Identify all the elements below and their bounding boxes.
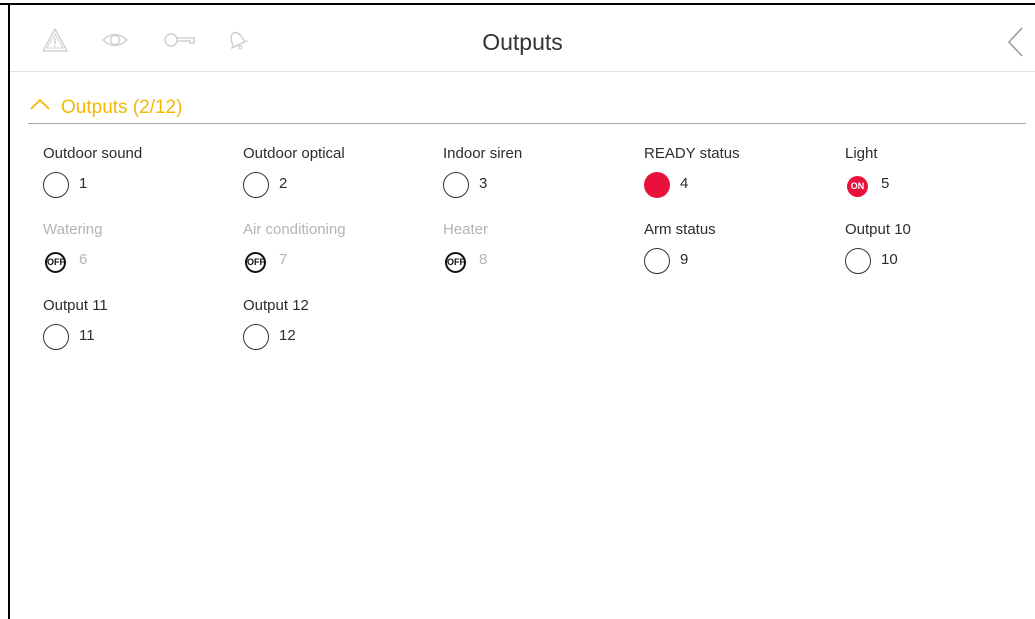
output-number: 2 <box>279 175 288 192</box>
output-number: 10 <box>881 251 898 268</box>
output-number: 4 <box>680 175 689 192</box>
output-item[interactable]: Light ON 5 <box>845 145 1025 205</box>
output-item: Watering OFF 6 <box>43 221 223 281</box>
output-label: READY status <box>644 145 740 162</box>
output-item[interactable]: Output 12 12 <box>243 297 423 357</box>
output-label: Arm status <box>644 221 716 238</box>
output-item[interactable]: Indoor siren 3 <box>443 145 623 205</box>
chevron-left-icon[interactable] <box>1001 25 1031 59</box>
output-item[interactable]: Output 11 11 <box>43 297 223 357</box>
outputs-screen: Outputs Outputs (2/12) Outdoor sound 1 O… <box>10 5 1035 619</box>
output-label: Output 12 <box>243 297 309 314</box>
output-label: Watering <box>43 221 103 238</box>
section-title: Outputs (2/12) <box>61 97 183 118</box>
output-number: 1 <box>79 175 88 192</box>
output-state-indicator[interactable] <box>243 172 269 198</box>
output-item[interactable]: Outdoor sound 1 <box>43 145 223 205</box>
output-label: Indoor siren <box>443 145 523 162</box>
output-item[interactable]: Arm status 9 <box>644 221 824 281</box>
output-label: Output 11 <box>43 297 108 314</box>
output-on-badge[interactable]: ON <box>847 176 868 197</box>
output-off-badge: OFF <box>445 252 466 273</box>
output-label: Outdoor optical <box>243 145 345 162</box>
outputs-section-header[interactable]: Outputs (2/12) <box>28 89 1026 124</box>
output-state-indicator[interactable] <box>644 248 670 274</box>
output-item: Air conditioning OFF 7 <box>243 221 423 281</box>
output-state-indicator[interactable] <box>43 324 69 350</box>
output-off-badge: OFF <box>45 252 66 273</box>
outputs-grid: Outdoor sound 1 Outdoor optical 2 Indoor… <box>43 145 1023 365</box>
output-number: 11 <box>79 327 95 344</box>
output-off-badge: OFF <box>245 252 266 273</box>
output-label: Output 10 <box>845 221 911 238</box>
chevron-up-icon[interactable] <box>28 94 52 114</box>
output-state-indicator[interactable] <box>644 172 670 198</box>
header-bar: Outputs <box>10 5 1035 72</box>
output-item[interactable]: Outdoor optical 2 <box>243 145 423 205</box>
output-state-indicator[interactable] <box>443 172 469 198</box>
output-state-indicator[interactable] <box>243 324 269 350</box>
output-number: 7 <box>279 251 288 268</box>
output-label: Heater <box>443 221 489 238</box>
output-number: 5 <box>881 175 890 192</box>
output-item: Heater OFF 8 <box>443 221 623 281</box>
output-number: 6 <box>79 251 88 268</box>
output-label: Light <box>845 145 878 162</box>
output-item[interactable]: Output 10 10 <box>845 221 1025 281</box>
output-label: Air conditioning <box>243 221 346 238</box>
output-item[interactable]: READY status 4 <box>644 145 824 205</box>
output-label: Outdoor sound <box>43 145 143 162</box>
output-number: 9 <box>680 251 689 268</box>
output-state-indicator[interactable] <box>845 248 871 274</box>
output-number: 3 <box>479 175 488 192</box>
output-number: 8 <box>479 251 488 268</box>
output-state-indicator[interactable] <box>43 172 69 198</box>
page-title: Outputs <box>482 29 563 55</box>
output-number: 12 <box>279 327 296 344</box>
